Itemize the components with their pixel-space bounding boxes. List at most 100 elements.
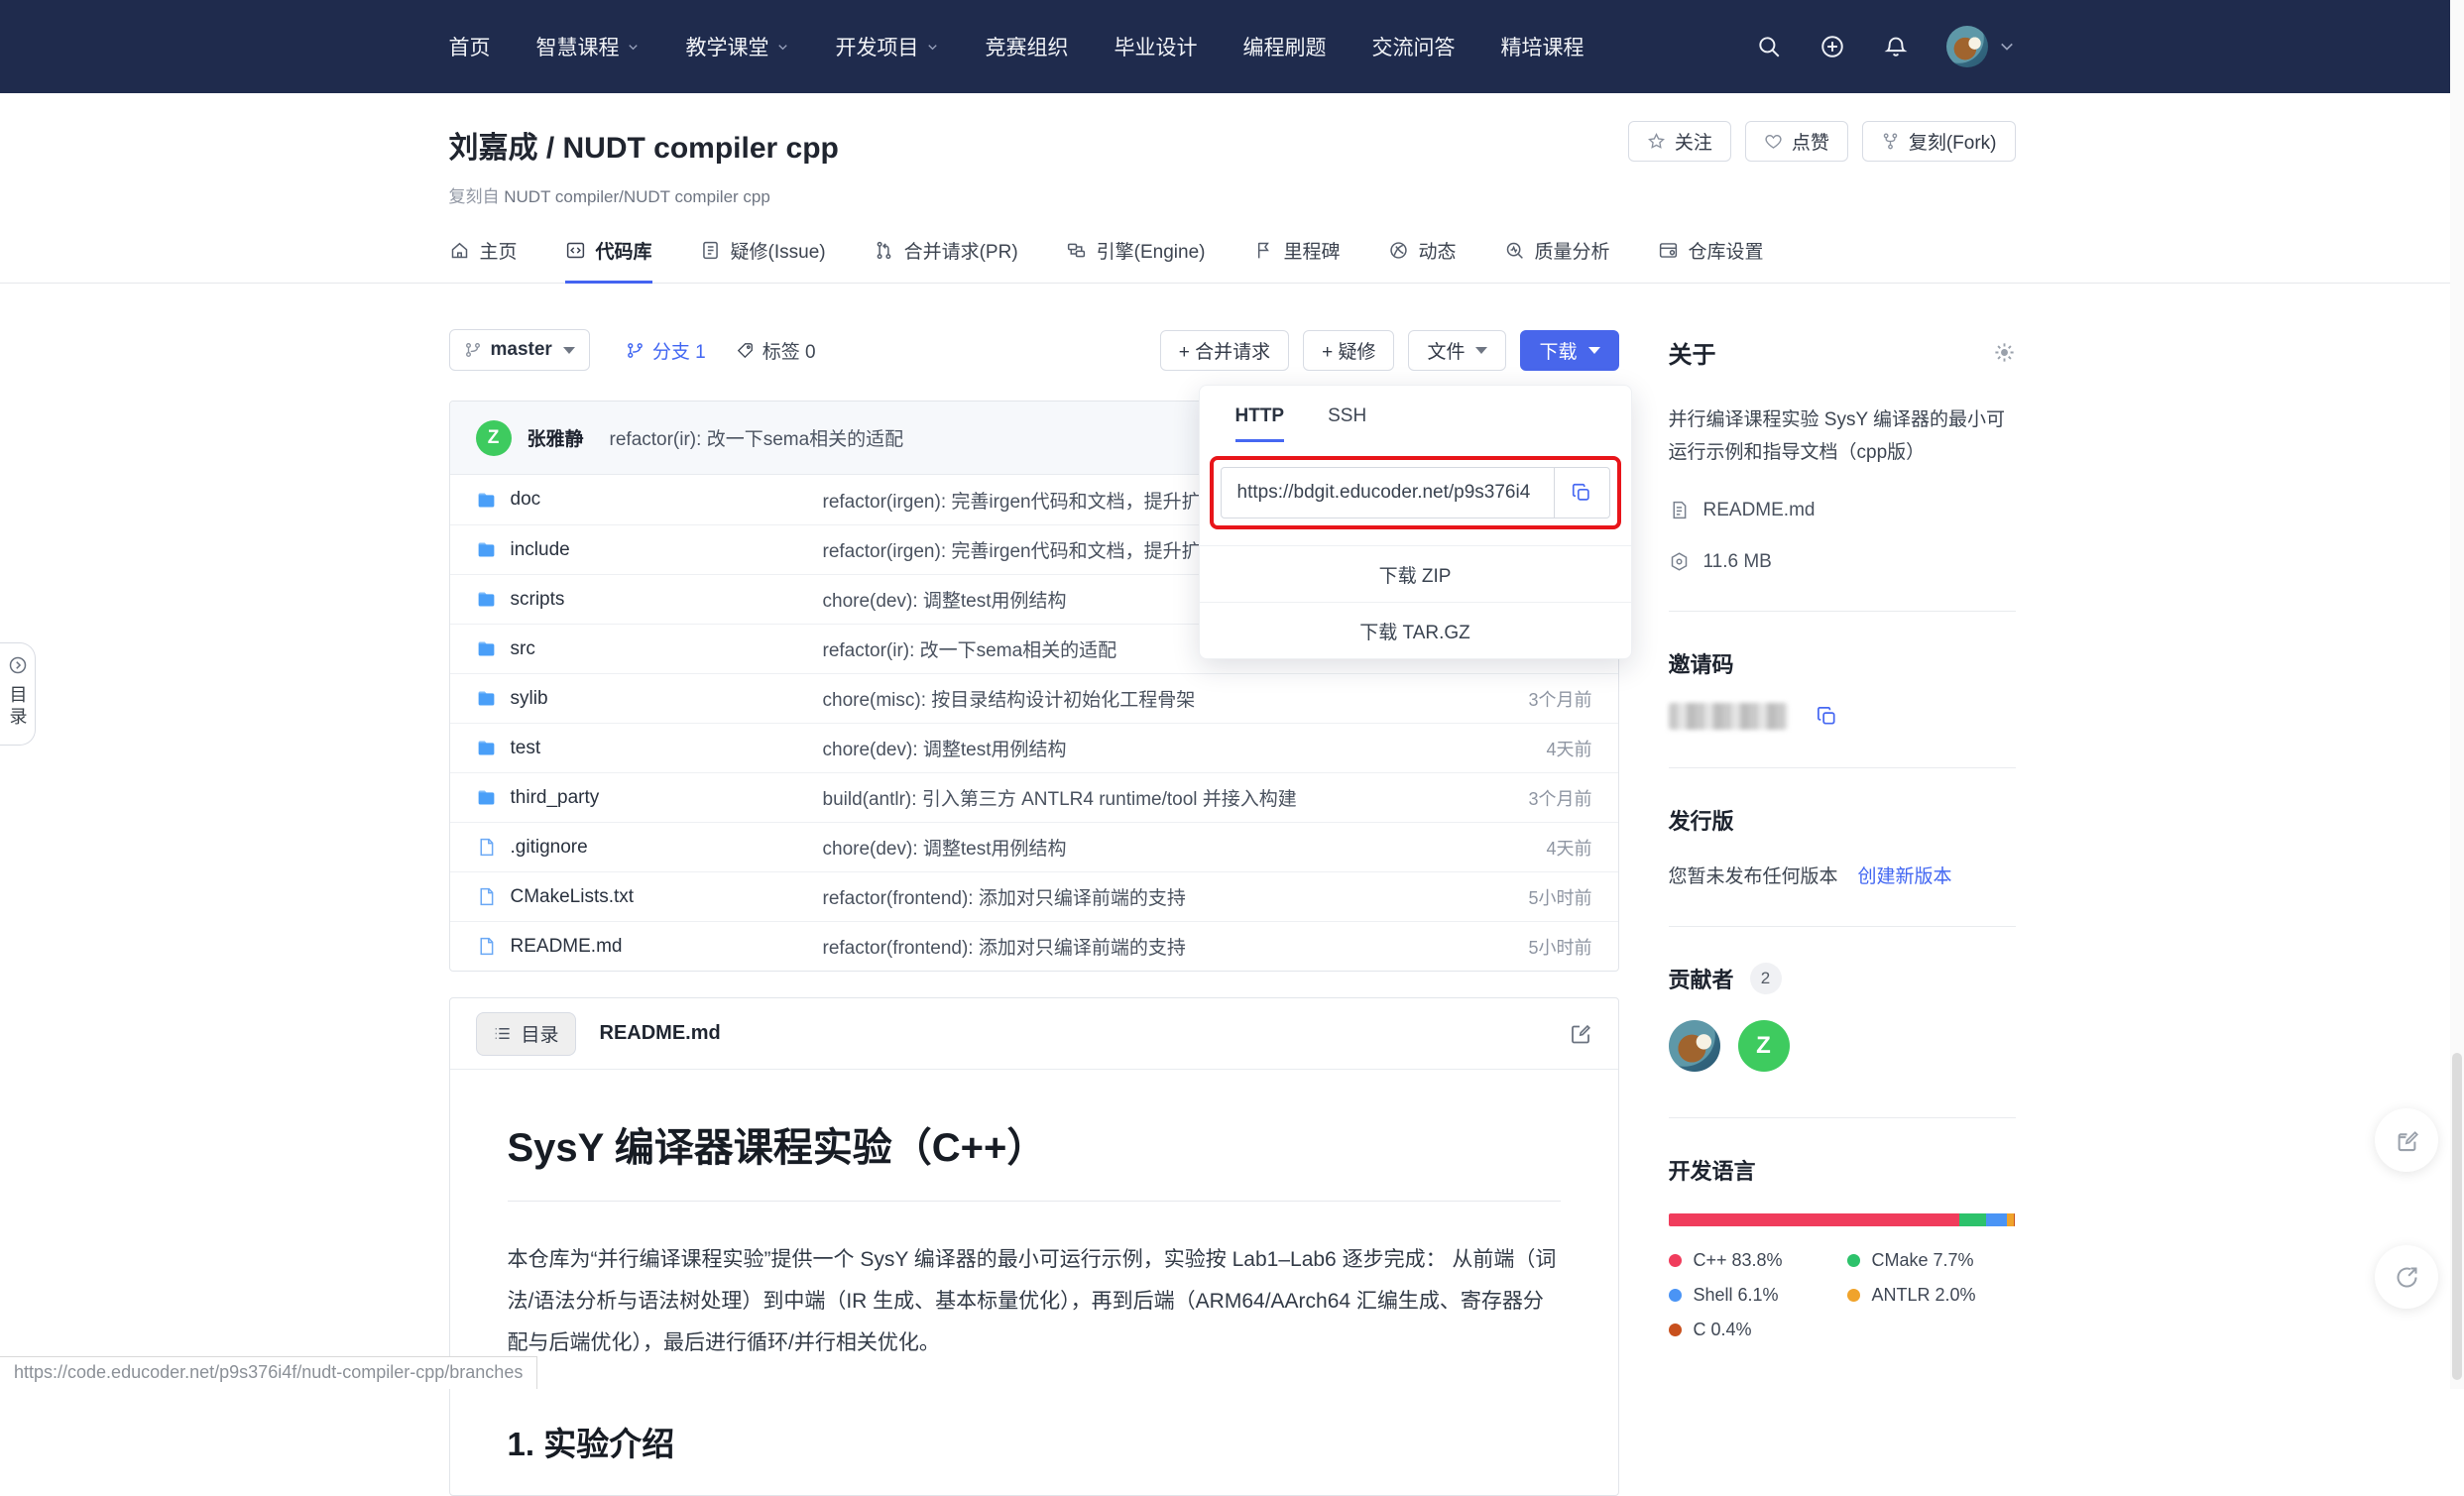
- download-targz-item[interactable]: 下载 TAR.GZ: [1200, 602, 1631, 658]
- tab-activity[interactable]: 动态: [1388, 237, 1457, 284]
- like-button[interactable]: 点赞: [1745, 121, 1848, 162]
- file-name[interactable]: doc: [511, 489, 541, 511]
- file-name[interactable]: test: [511, 738, 541, 759]
- tab-engine[interactable]: 引擎(Engine): [1066, 237, 1206, 284]
- share-fab[interactable]: [2375, 1245, 2438, 1309]
- file-row-third_party[interactable]: third_party build(antlr): 引入第三方 ANTLR4 ru…: [450, 772, 1618, 822]
- edit-icon[interactable]: [1569, 1022, 1592, 1046]
- file-commit-message[interactable]: refactor(frontend): 添加对只编译前端的支持: [823, 933, 1454, 960]
- download-zip-item[interactable]: 下载 ZIP: [1200, 545, 1631, 602]
- readme-link[interactable]: README.md: [1669, 500, 2016, 521]
- nav-item-9[interactable]: 精培课程: [1501, 32, 1584, 61]
- nav-item-4[interactable]: 开发项目: [836, 32, 940, 61]
- file-name[interactable]: README.md: [511, 936, 623, 958]
- feedback-fab[interactable]: [2375, 1108, 2438, 1172]
- file-row-sylib[interactable]: sylibchore(misc): 按目录结构设计初始化工程骨架3个月前: [450, 673, 1618, 723]
- language-legend-C++: C++ 83.8%: [1669, 1250, 1847, 1271]
- releases-title: 发行版: [1669, 804, 2016, 836]
- tab-code[interactable]: 代码库: [565, 237, 652, 284]
- tab-home[interactable]: 主页: [449, 237, 518, 284]
- folder-icon: [476, 638, 497, 659]
- contributors-title: 贡献者: [1669, 963, 1734, 994]
- fork-button[interactable]: 复刻(Fork): [1862, 121, 2016, 162]
- tab-label: 合并请求(PR): [904, 237, 1018, 264]
- fork-source-label: 复刻自: [449, 187, 500, 206]
- file-commit-message[interactable]: refactor(frontend): 添加对只编译前端的支持: [823, 883, 1454, 910]
- nav-item-6[interactable]: 毕业设计: [1115, 32, 1198, 61]
- annotation-highlight: [1210, 456, 1621, 529]
- contributor-avatar[interactable]: Z: [1738, 1020, 1790, 1072]
- nav-item-8[interactable]: 交流问答: [1372, 32, 1456, 61]
- tab-quality[interactable]: 质量分析: [1504, 237, 1610, 284]
- file-name[interactable]: CMakeLists.txt: [511, 886, 635, 908]
- tab-pr[interactable]: 合并请求(PR): [874, 237, 1018, 284]
- file-row-CMakeLists.txt[interactable]: CMakeLists.txt refactor(frontend): 添加对只编译…: [450, 871, 1618, 921]
- file-row-README.md[interactable]: README.md refactor(frontend): 添加对只编译前端的支持…: [450, 921, 1618, 971]
- file-commit-message[interactable]: build(antlr): 引入第三方 ANTLR4 runtime/tool …: [823, 784, 1454, 811]
- tab-http[interactable]: HTTP: [1235, 405, 1285, 442]
- branch-icon: [626, 341, 645, 360]
- download-dropdown: HTTP SSH 下载 ZIP 下载 TAR.GZ: [1199, 385, 1632, 659]
- tag-icon: [736, 341, 755, 360]
- gear-icon[interactable]: [1993, 341, 2016, 364]
- language-bar-segment-C: [2014, 1213, 2015, 1226]
- divider: [1669, 767, 2016, 768]
- folder-icon: [476, 589, 497, 610]
- toc-side-pill[interactable]: 目录: [0, 642, 36, 746]
- fork-icon: [1881, 132, 1900, 151]
- scrollbar[interactable]: [2450, 0, 2464, 1389]
- nav-item-2[interactable]: 智慧课程: [536, 32, 641, 61]
- engine-icon: [1066, 240, 1087, 261]
- search-icon[interactable]: [1756, 34, 1782, 59]
- file-menu-button[interactable]: 文件: [1408, 330, 1506, 371]
- file-row-.gitignore[interactable]: .gitignorechore(dev): 调整test用例结构4天前: [450, 822, 1618, 871]
- tags-link[interactable]: 标签 0: [736, 337, 816, 364]
- tab-settings[interactable]: 仓库设置: [1658, 237, 1764, 284]
- commit-message[interactable]: refactor(ir): 改一下sema相关的适配: [610, 424, 904, 451]
- user-avatar[interactable]: [1946, 26, 2016, 67]
- divider: [1669, 611, 2016, 612]
- file-commit-message[interactable]: chore(dev): 调整test用例结构: [823, 735, 1454, 761]
- file-name[interactable]: third_party: [511, 787, 600, 809]
- new-issue-button[interactable]: + 疑修: [1303, 330, 1394, 371]
- committer-name[interactable]: 张雅静: [528, 424, 584, 451]
- file-name[interactable]: .gitignore: [511, 837, 588, 859]
- caret-down-icon: [1588, 347, 1600, 354]
- branches-link[interactable]: 分支 1: [626, 337, 706, 364]
- nav-item-3[interactable]: 教学课堂: [686, 32, 790, 61]
- new-pr-button[interactable]: + 合并请求: [1160, 330, 1289, 371]
- watch-label: 关注: [1675, 128, 1712, 155]
- nav-item-5[interactable]: 竞赛组织: [986, 32, 1069, 61]
- chevron-down-icon: [1998, 38, 2016, 56]
- bell-icon[interactable]: [1883, 34, 1909, 59]
- readme-filename: README.md: [600, 1022, 721, 1045]
- watch-button[interactable]: 关注: [1628, 121, 1731, 162]
- file-name[interactable]: include: [511, 539, 570, 561]
- copy-url-button[interactable]: [1554, 468, 1609, 518]
- branch-selector[interactable]: master: [449, 329, 590, 371]
- file-name[interactable]: src: [511, 638, 535, 660]
- download-button[interactable]: 下载: [1520, 330, 1618, 371]
- scrollbar-thumb[interactable]: [2452, 1053, 2462, 1380]
- clone-url-input[interactable]: [1222, 468, 1554, 518]
- toc-button[interactable]: 目录: [476, 1012, 576, 1056]
- file-commit-message[interactable]: chore(dev): 调整test用例结构: [823, 834, 1454, 861]
- tab-issue[interactable]: 疑修(Issue): [700, 237, 826, 284]
- nav-item-1[interactable]: 首页: [449, 32, 491, 61]
- file-name[interactable]: sylib: [511, 688, 548, 710]
- contributor-avatar[interactable]: [1669, 1020, 1720, 1072]
- copy-invite-button[interactable]: [1816, 705, 1838, 728]
- readme-link-label: README.md: [1703, 500, 1816, 521]
- committer-avatar[interactable]: Z: [476, 420, 512, 456]
- plus-circle-icon[interactable]: [1819, 34, 1845, 59]
- nav-item-7[interactable]: 编程刷题: [1243, 32, 1327, 61]
- language-dot: [1669, 1254, 1682, 1267]
- fork-source-repo[interactable]: NUDT compiler/NUDT compiler cpp: [504, 187, 770, 206]
- file-name[interactable]: scripts: [511, 589, 565, 611]
- tab-ssh[interactable]: SSH: [1328, 405, 1366, 442]
- file-row-test[interactable]: testchore(dev): 调整test用例结构4天前: [450, 723, 1618, 772]
- tab-milestone[interactable]: 里程碑: [1253, 237, 1341, 284]
- folder-icon: [476, 787, 497, 808]
- file-commit-message[interactable]: chore(misc): 按目录结构设计初始化工程骨架: [823, 685, 1454, 712]
- create-release-link[interactable]: 创建新版本: [1858, 862, 1952, 888]
